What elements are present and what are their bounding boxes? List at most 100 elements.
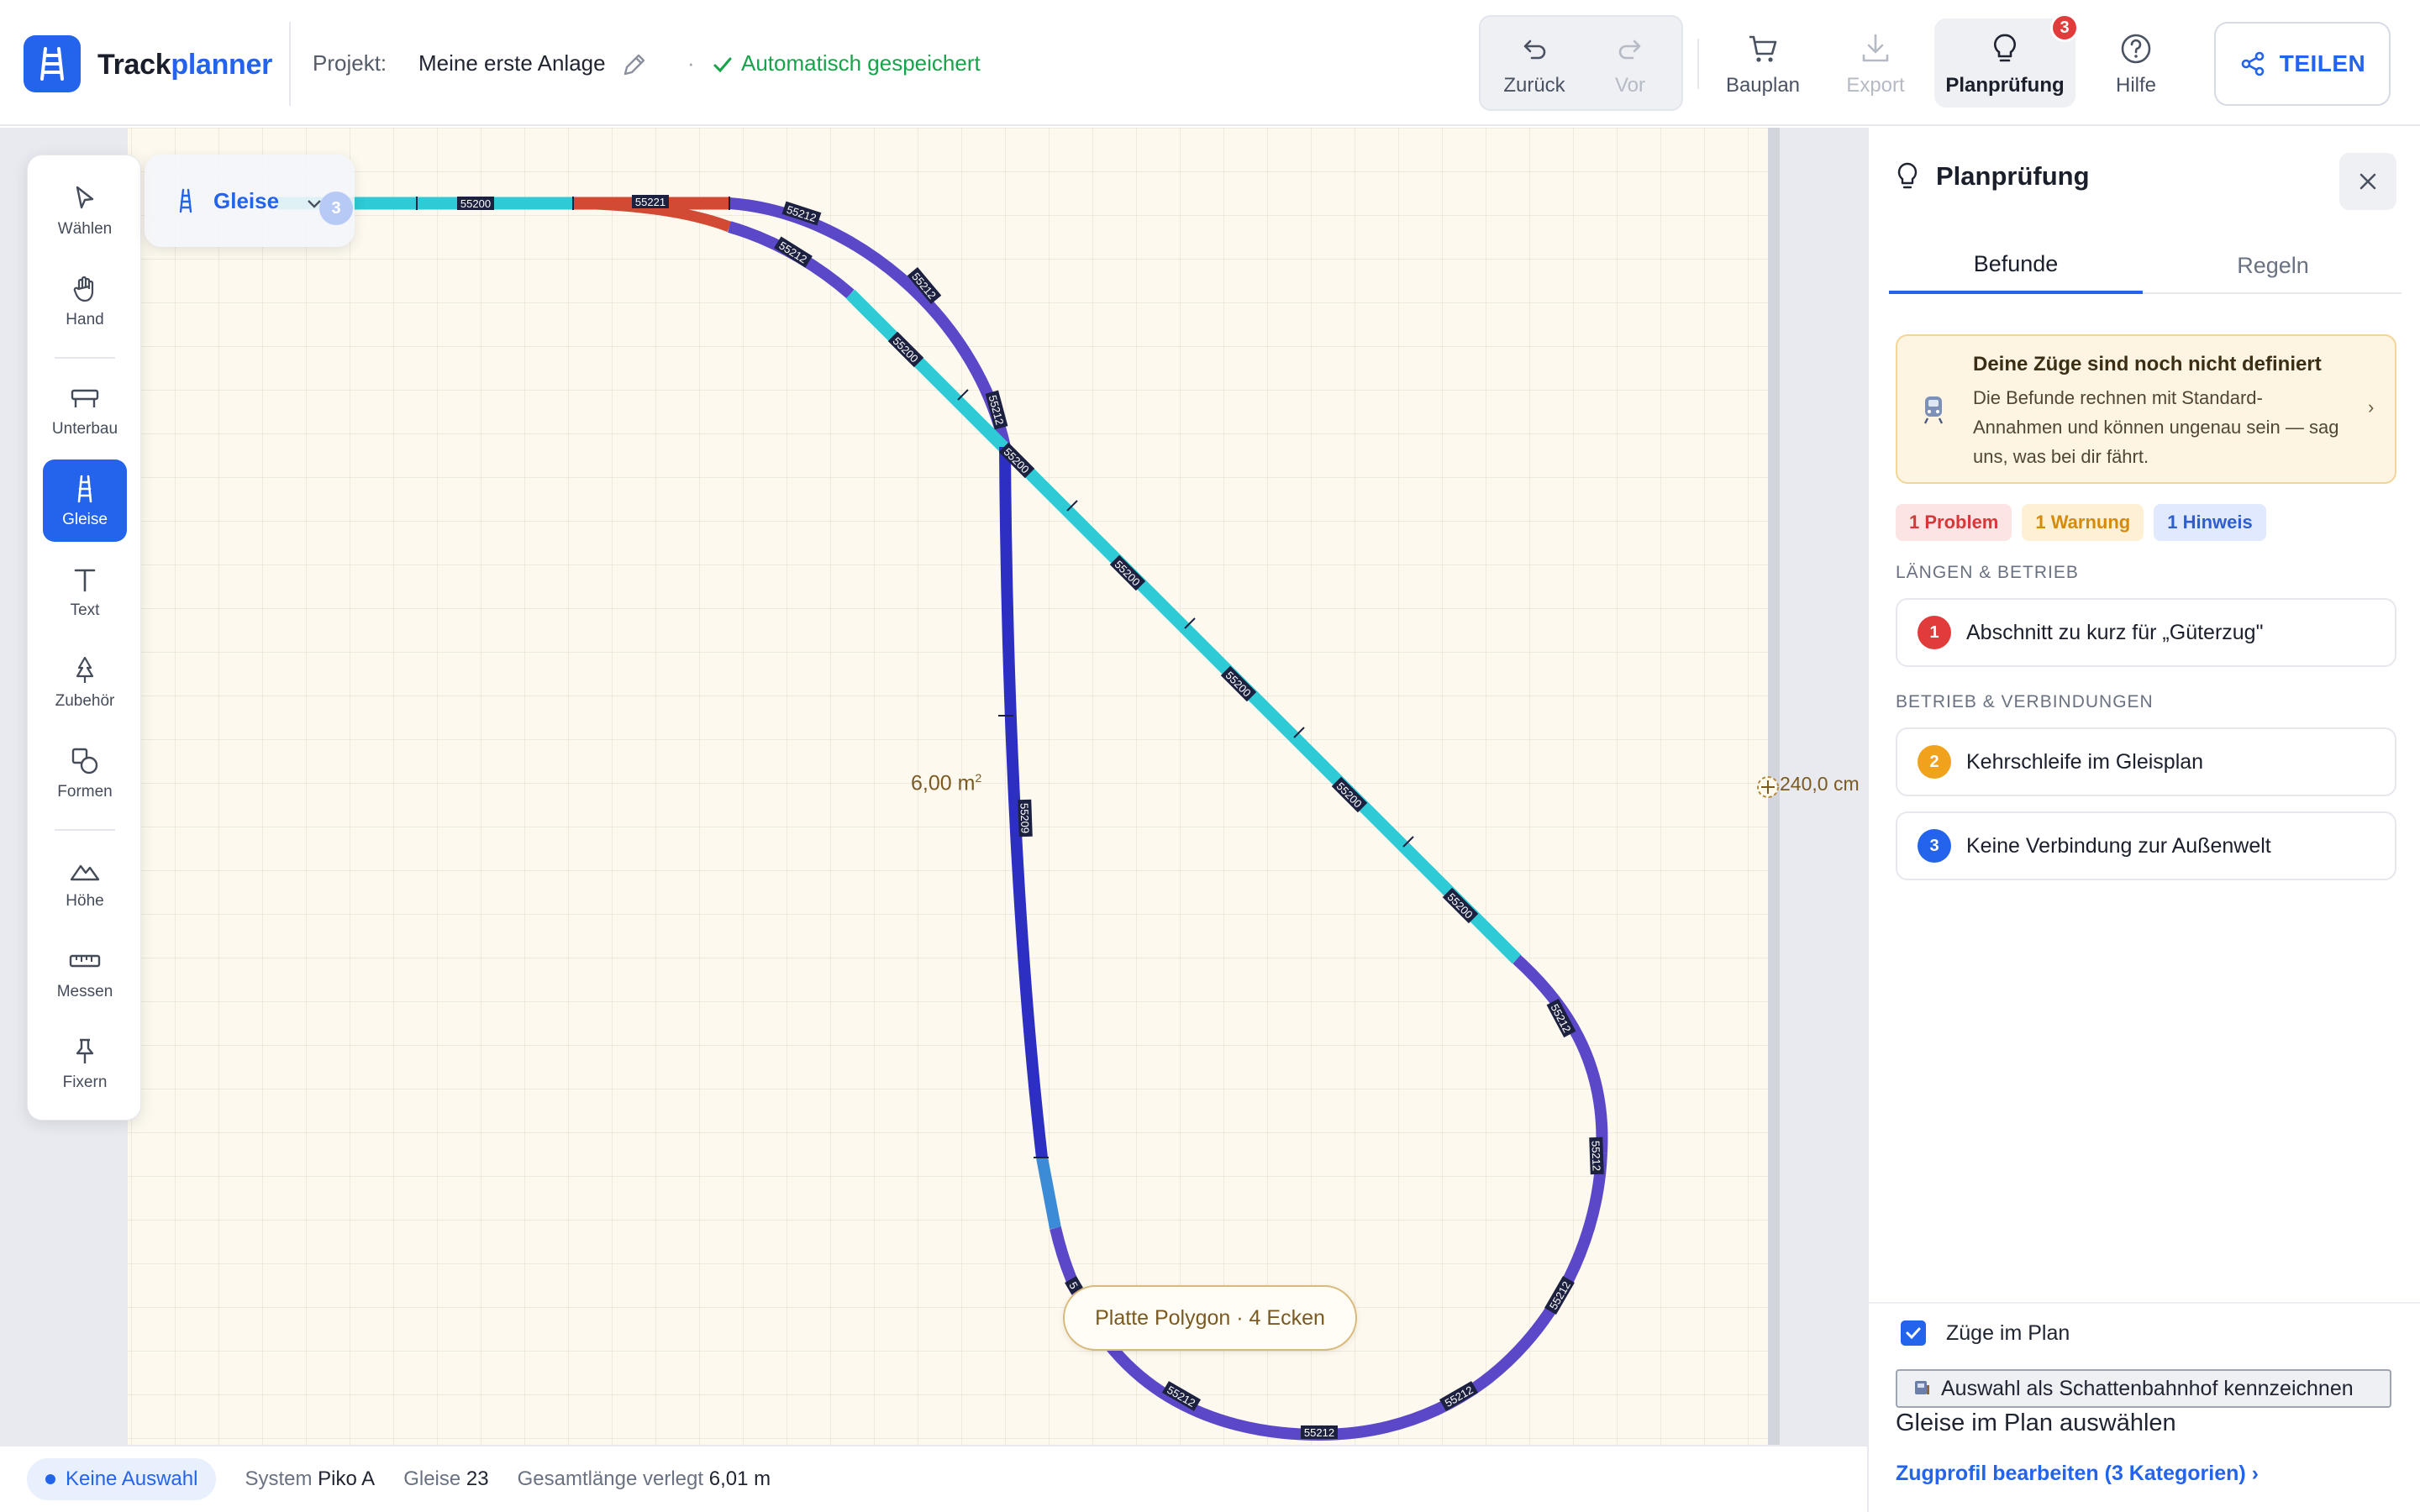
finding-number: 3	[1918, 829, 1951, 863]
lightbulb-icon	[1897, 162, 1918, 189]
track-label: 55212	[1304, 1426, 1334, 1439]
separator-dot: ·	[687, 50, 695, 76]
close-icon	[2360, 173, 2376, 190]
save-status-text: Automatisch gespeichert	[741, 50, 981, 76]
export-label: Export	[1846, 74, 1905, 97]
finding-number: 1	[1918, 616, 1951, 649]
track-icon	[72, 472, 97, 506]
selection-dot-icon	[45, 1474, 55, 1484]
tool-select[interactable]: Wählen	[43, 169, 127, 251]
track-label: 55200	[460, 197, 491, 210]
track-label: 55221	[635, 196, 666, 208]
project-name[interactable]: Meine erste Anlage	[418, 50, 606, 76]
mark-shadow-station-button[interactable]: Auswahl als Schattenbahnhof kennzeichnen	[1896, 1369, 2391, 1408]
ruler-icon	[68, 944, 102, 978]
top-bar: Trackplanner Projekt: Meine erste Anlage…	[0, 0, 2420, 126]
redo-icon	[1616, 30, 1644, 67]
app-logo-icon	[24, 35, 81, 92]
bauplan-button[interactable]: Bauplan	[1721, 30, 1805, 97]
panel-tabs: Befunde Regeln	[1889, 237, 2402, 294]
warning-count-badge[interactable]: 1 Warnung	[2022, 504, 2144, 541]
check-icon	[713, 57, 732, 72]
trains-undefined-notice[interactable]: Deine Züge sind noch nicht definiert Die…	[1896, 334, 2396, 484]
share-button[interactable]: TEILEN	[2214, 22, 2391, 106]
tool-messen[interactable]: Messen	[43, 932, 127, 1014]
redo-label: Vor	[1614, 74, 1646, 97]
tool-palette: Wählen Hand Unterbau Gleise Text Zubehör…	[27, 155, 141, 1121]
trains-in-plan-toggle[interactable]: Züge im Plan	[1901, 1320, 2070, 1346]
tool-label: Höhe	[66, 892, 104, 910]
plate-info-pill[interactable]: Platte Polygon · 4 Ecken	[1063, 1285, 1357, 1351]
status-bar: Keine Auswahl System Piko A Gleise 23 Ge…	[0, 1445, 1867, 1512]
panel-title: Planprüfung	[1894, 161, 2090, 192]
close-panel-button[interactable]	[2339, 153, 2396, 210]
edit-train-profile-link[interactable]: Zugprofil bearbeiten (3 Kategorien) ›	[1896, 1462, 2259, 1486]
tool-hoehe[interactable]: Höhe	[43, 841, 127, 923]
finding-item[interactable]: 3 Keine Verbindung zur Außenwelt	[1896, 811, 2396, 880]
tool-label: Unterbau	[51, 420, 118, 438]
tool-label: Formen	[57, 783, 113, 801]
tool-label: Zubehör	[55, 692, 115, 710]
panel-divider	[1869, 1302, 2420, 1304]
edit-pencil-icon[interactable]	[620, 50, 649, 79]
tab-regeln[interactable]: Regeln	[2146, 237, 2400, 294]
help-button[interactable]: Hilfe	[2094, 30, 2178, 97]
layout-canvas[interactable]: 55200 55221 55212 55212 55212 55212 5520…	[0, 128, 1867, 1445]
area-label: 6,00 m2	[911, 771, 982, 795]
dimension-marker-icon[interactable]	[1757, 776, 1779, 798]
undo-label: Zurück	[1503, 74, 1565, 97]
divider	[289, 22, 291, 106]
finding-number: 2	[1918, 745, 1951, 779]
section-heading: BETRIEB & VERBINDUNGEN	[1896, 692, 2154, 711]
problem-count-badge[interactable]: 1 Problem	[1896, 504, 2012, 541]
text-icon	[71, 563, 99, 596]
track-label: 55209	[1018, 803, 1031, 834]
section-heading: LÄNGEN & BETRIEB	[1896, 563, 2079, 582]
checkbox-label: Züge im Plan	[1946, 1320, 2070, 1345]
undo-button[interactable]: Zurück	[1492, 30, 1576, 97]
panel-title-text: Planprüfung	[1936, 161, 2090, 191]
layer-count: 3	[319, 192, 353, 225]
help-icon	[2119, 30, 2153, 67]
tool-label: Messen	[56, 983, 113, 1000]
undo-icon	[1520, 30, 1549, 67]
selection-status[interactable]: Keine Auswahl	[27, 1458, 217, 1500]
tool-hand[interactable]: Hand	[43, 260, 127, 342]
planpruefung-badge: 3	[2050, 13, 2079, 42]
notice-text: Die Befunde rechnen mit Standard-Annahme…	[1973, 387, 2339, 467]
checkbox-checked-icon[interactable]	[1901, 1320, 1926, 1346]
notice-title: Deine Züge sind noch nicht definiert	[1973, 353, 2322, 375]
tool-unterbau[interactable]: Unterbau	[43, 369, 127, 451]
export-button[interactable]: Export	[1833, 30, 1918, 97]
tool-fixern[interactable]: Fixern	[43, 1022, 127, 1105]
planpruefung-panel: Planprüfung Befunde Regeln Deine Züge si…	[1867, 128, 2420, 1512]
redo-button[interactable]: Vor	[1588, 30, 1672, 97]
tool-label: Wählen	[57, 220, 113, 238]
shadow-button-label: Auswahl als Schattenbahnhof kennzeichnen	[1941, 1376, 2354, 1400]
severity-summary: 1 Problem 1 Warnung 1 Hinweis	[1896, 504, 2266, 541]
tool-text[interactable]: Text	[43, 550, 127, 633]
lightbulb-icon	[1988, 30, 2022, 67]
layer-label: Gleise	[213, 188, 280, 213]
tool-label: Hand	[66, 311, 104, 328]
selection-text: Keine Auswahl	[66, 1467, 198, 1490]
tool-separator	[55, 829, 115, 831]
system-stat: System Piko A	[245, 1467, 376, 1490]
hand-icon	[71, 272, 99, 306]
tab-befunde[interactable]: Befunde	[1889, 237, 2143, 294]
tool-gleise[interactable]: Gleise	[43, 459, 127, 542]
tool-formen[interactable]: Formen	[43, 732, 127, 814]
tool-label: Fixern	[62, 1074, 108, 1091]
shapes-icon	[70, 744, 100, 778]
bench-icon	[69, 381, 101, 415]
hint-count-badge[interactable]: 1 Hinweis	[2154, 504, 2266, 541]
tool-label: Gleise	[62, 511, 108, 528]
divider	[1697, 39, 1699, 89]
finding-item[interactable]: 1 Abschnitt zu kurz für „Güterzug"	[1896, 598, 2396, 667]
track-icon	[179, 188, 192, 213]
project-label: Projekt:	[313, 50, 387, 76]
tool-zubehoer[interactable]: Zubehör	[43, 641, 127, 723]
finding-item[interactable]: 2 Kehrschleife im Gleisplan	[1896, 727, 2396, 796]
layer-selector[interactable]: Gleise 3	[145, 155, 355, 247]
select-tracks-text[interactable]: Gleise im Plan auswählen	[1896, 1410, 2176, 1437]
